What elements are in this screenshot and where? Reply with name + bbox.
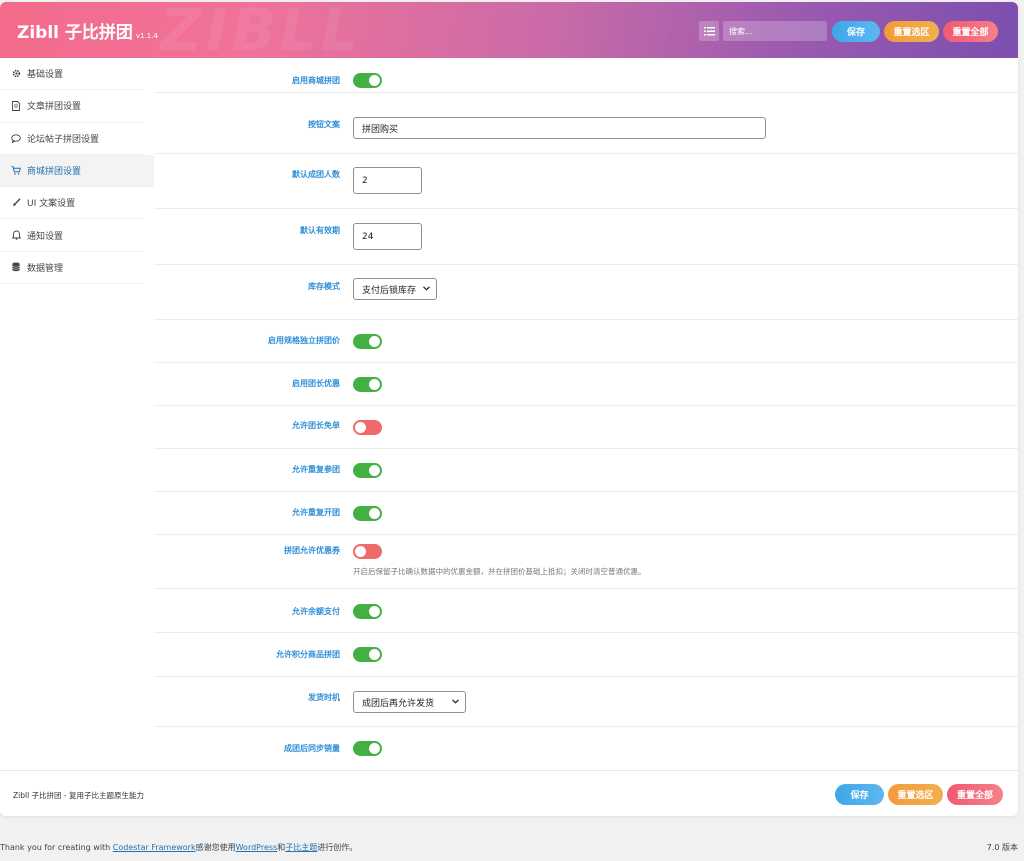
gear-icon (11, 69, 21, 79)
credits-text: 进行创作。 (317, 843, 358, 852)
default-validity-input[interactable]: 24 (353, 223, 422, 250)
sidebar-item-data[interactable]: 数据管理 (0, 252, 144, 285)
setting-row: 启用团长优惠 (154, 363, 1018, 406)
search-input[interactable] (723, 21, 827, 41)
setting-row: 允许团长免单 (154, 406, 1018, 449)
sidebar-item-label: 基础设置 (27, 70, 64, 81)
allow-coupon-description: 开启后保留子比确认数据中的优惠金额，并在拼团价基础上抵扣；关闭时清空普通优惠。 (353, 567, 646, 576)
cart-icon (11, 166, 21, 176)
header-bar: ZIBLL Zibll 子比拼团v1.1.4 保存 重置选区 重置全部 (0, 2, 1018, 58)
wp-footer-credits: Thank you for creating with Codestar Fra… (0, 842, 357, 853)
settings-content: 启用商城拼团 按钮文案 拼团购买 默认成团人数 2 默认有效期 24 库存模式 … (154, 58, 1018, 770)
setting-label: 拼团允许优惠券 (284, 546, 340, 555)
brush-icon (11, 198, 21, 208)
database-icon (11, 262, 21, 272)
credits-text: 感谢您使用 (195, 843, 236, 852)
setting-label: 允许余额支付 (292, 607, 340, 616)
sidebar-item-label: 数据管理 (27, 263, 64, 274)
enable-spec-price-toggle[interactable] (353, 334, 382, 349)
stock-mode-select[interactable]: 支付后锁库存 (353, 278, 437, 300)
setting-label: 启用规格独立拼团价 (268, 336, 340, 345)
allow-points-goods-toggle[interactable] (353, 647, 382, 662)
setting-row: 按钮文案 拼团购买 (154, 93, 1018, 154)
sidebar-item-label: 文章拼团设置 (27, 102, 82, 113)
footer-bar: Zibll 子比拼团 - 复用子比主题原生能力 保存 重置选区 重置全部 (0, 770, 1018, 816)
sidebar-item-ui-text[interactable]: UI 文案设置 (0, 187, 144, 220)
setting-row: 启用规格独立拼团价 (154, 320, 1018, 363)
header-watermark: ZIBLL (160, 2, 362, 58)
setting-label: 启用团长优惠 (292, 379, 340, 388)
button-text-input[interactable]: 拼团购买 (353, 117, 766, 139)
setting-label: 启用商城拼团 (292, 76, 340, 85)
setting-label: 默认成团人数 (292, 170, 340, 179)
wp-version: 7.0 版本 (986, 843, 1018, 852)
setting-row: 成团后同步销量 (154, 727, 1018, 770)
setting-label: 允许重复参团 (292, 465, 340, 474)
chevron-down-icon (423, 284, 430, 294)
enable-leader-discount-toggle[interactable] (353, 377, 382, 392)
setting-row: 默认成团人数 2 (154, 154, 1018, 209)
allow-coupon-toggle[interactable] (353, 544, 382, 559)
sidebar-nav: 基础设置 文章拼团设置 论坛帖子拼团设置 商城拼团设置 UI 文案设置 通知设置… (0, 58, 154, 770)
setting-row: 发货时机 成团后再允许发货 (154, 677, 1018, 727)
setting-label: 默认有效期 (300, 226, 340, 235)
setting-label: 按钮文案 (308, 120, 340, 129)
setting-label: 发货时机 (308, 693, 340, 702)
sidebar-item-label: 论坛帖子拼团设置 (27, 134, 100, 145)
chat-icon (11, 133, 21, 143)
sidebar-item-forum[interactable]: 论坛帖子拼团设置 (0, 123, 144, 155)
sidebar-item-shop[interactable]: 商城拼团设置 (0, 154, 154, 188)
setting-label: 允许重复开团 (292, 508, 340, 517)
sidebar-item-label: 通知设置 (27, 231, 64, 242)
setting-row: 拼团允许优惠券 开启后保留子比确认数据中的优惠金额，并在拼团价基础上抵扣；关闭时… (154, 535, 1018, 589)
chevron-down-icon (452, 697, 459, 707)
sidebar-item-notify[interactable]: 通知设置 (0, 219, 144, 252)
setting-row: 允许余额支付 (154, 589, 1018, 633)
sidebar-item-article[interactable]: 文章拼团设置 (0, 90, 144, 123)
setting-row: 允许重复开团 (154, 492, 1018, 535)
expand-all-icon[interactable] (699, 21, 719, 41)
enable-shop-group-toggle[interactable] (353, 73, 382, 88)
wordpress-link[interactable]: WordPress (236, 843, 278, 852)
sync-sales-toggle[interactable] (353, 741, 382, 756)
brand-name: Zibll 子比拼团 (17, 23, 133, 43)
allow-leader-free-toggle[interactable] (353, 420, 382, 435)
document-icon (11, 100, 21, 111)
setting-row: 允许积分商品拼团 (154, 633, 1018, 677)
sidebar-item-label: UI 文案设置 (27, 199, 76, 210)
setting-row: 默认有效期 24 (154, 209, 1018, 265)
stock-mode-value: 支付后锁库存 (362, 285, 417, 296)
allow-reopen-toggle[interactable] (353, 506, 382, 521)
codestar-link[interactable]: Codestar Framework (113, 843, 196, 852)
setting-row: 启用商城拼团 (154, 58, 1018, 93)
credits-text: Thank you for creating with (0, 843, 113, 852)
setting-row: 库存模式 支付后锁库存 (154, 265, 1018, 320)
footer-reset-all-button[interactable]: 重置全部 (947, 784, 1003, 805)
default-group-size-input[interactable]: 2 (353, 167, 422, 194)
setting-label: 允许团长免单 (292, 421, 340, 430)
footer-note: Zibll 子比拼团 - 复用子比主题原生能力 (13, 791, 145, 800)
settings-panel: ZIBLL Zibll 子比拼团v1.1.4 保存 重置选区 重置全部 基础设置… (0, 2, 1018, 816)
sidebar-item-label: 商城拼团设置 (27, 167, 82, 178)
setting-label: 库存模式 (308, 282, 340, 291)
setting-label: 允许积分商品拼团 (276, 650, 340, 659)
header-reset-all-button[interactable]: 重置全部 (943, 21, 998, 42)
header-save-button[interactable]: 保存 (832, 21, 880, 42)
allow-balance-toggle[interactable] (353, 604, 382, 619)
ship-timing-value: 成团后再允许发货 (362, 698, 435, 709)
brand-version: v1.1.4 (135, 32, 158, 40)
sidebar-item-basic[interactable]: 基础设置 (0, 58, 144, 91)
header-reset-section-button[interactable]: 重置选区 (884, 21, 939, 42)
brand-title: Zibll 子比拼团 v1.1.4 (17, 18, 158, 43)
setting-row: 允许重复参团 (154, 449, 1018, 492)
bell-icon (11, 230, 21, 240)
ship-timing-select[interactable]: 成团后再允许发货 (353, 691, 466, 713)
allow-rejoin-toggle[interactable] (353, 463, 382, 478)
footer-save-button[interactable]: 保存 (835, 784, 884, 805)
zibll-theme-link[interactable]: 子比主题 (285, 843, 317, 852)
setting-label: 成团后同步销量 (284, 744, 340, 753)
footer-reset-section-button[interactable]: 重置选区 (888, 784, 943, 805)
